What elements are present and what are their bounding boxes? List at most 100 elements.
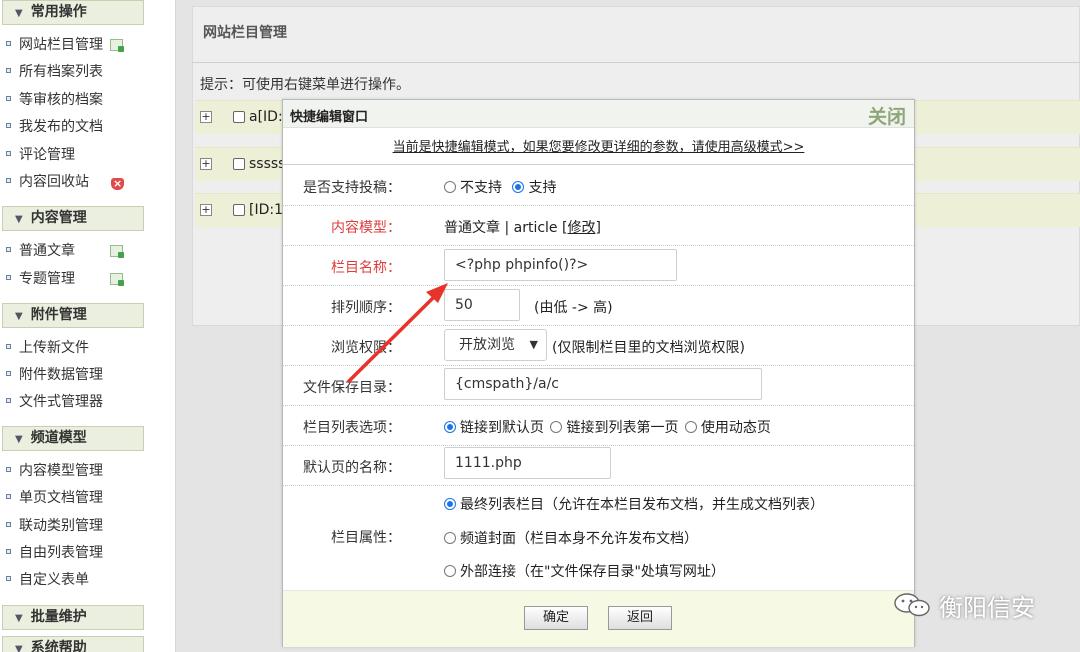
- sidebar-item-comments[interactable]: 评论管理: [6, 144, 146, 166]
- sidebar-item-recycle[interactable]: 内容回收站: [6, 171, 146, 195]
- field-row-list-option: 栏目列表选项： 链接到默认页 链接到列表第一页 使用动态页: [283, 406, 914, 446]
- permission-select[interactable]: 开放浏览 ▼: [444, 329, 547, 361]
- sidebar: ▼ 常用操作 网站栏目管理 所有档案列表 等审核的档案 我发布的文档 评论管理 内…: [0, 0, 152, 652]
- bullet-icon: [6, 493, 11, 499]
- add-doc-icon[interactable]: [110, 245, 124, 258]
- attribute-label: 栏目属性：: [331, 530, 401, 546]
- bullet-icon: [6, 95, 11, 101]
- section-header-help[interactable]: ▼ 系统帮助: [2, 636, 144, 652]
- radio-not-support[interactable]: [444, 181, 456, 193]
- section-header-common[interactable]: ▼ 常用操作: [2, 0, 144, 25]
- default-page-input[interactable]: 1111.php: [444, 447, 611, 479]
- order-input[interactable]: 50: [444, 289, 520, 321]
- row-checkbox[interactable]: [233, 111, 245, 123]
- ok-button[interactable]: 确定: [524, 606, 588, 630]
- permission-hint: (仅限制栏目里的文档浏览权限): [552, 340, 745, 356]
- quick-edit-dialog: 快捷编辑窗口 关闭 当前是快捷编辑模式，如果您要修改更详细的参数，请使用高级模式…: [282, 99, 915, 647]
- sidebar-item-single-page[interactable]: 单页文档管理: [6, 487, 146, 509]
- name-input[interactable]: <?php phpinfo()?>: [444, 249, 677, 281]
- dialog-titlebar[interactable]: 快捷编辑窗口 关闭: [283, 100, 914, 128]
- tip-text: 提示：可使用右键菜单进行操作。: [200, 77, 410, 93]
- bullet-icon: [6, 177, 11, 183]
- add-doc-icon[interactable]: [110, 273, 124, 286]
- chevron-down-icon: ▼: [15, 613, 23, 624]
- watermark-text: 衡阳信安: [939, 594, 1035, 622]
- bullet-icon: [6, 397, 11, 403]
- bullet-icon: [6, 466, 11, 472]
- radio-first-page[interactable]: [550, 421, 563, 433]
- model-label: 内容模型：: [331, 220, 401, 236]
- expand-icon[interactable]: +: [200, 204, 212, 216]
- submission-label: 是否支持投稿：: [303, 180, 401, 196]
- bullet-icon: [6, 67, 11, 73]
- model-value: 普通文章 | article [修改]: [444, 220, 601, 236]
- attribute-option-final: 最终列表栏目（允许在本栏目发布文档，并生成文档列表）: [444, 494, 824, 514]
- attribute-option-external: 外部连接（在"文件保存目录"处填写网址）: [444, 561, 725, 581]
- expand-icon[interactable]: +: [200, 111, 212, 123]
- expand-icon[interactable]: +: [200, 158, 212, 170]
- sidebar-item-topics[interactable]: 专题管理: [6, 268, 146, 290]
- bullet-icon: [6, 246, 11, 252]
- name-label: 栏目名称：: [331, 260, 401, 276]
- bullet-icon: [6, 548, 11, 554]
- back-button[interactable]: 返回: [608, 606, 672, 630]
- bullet-icon: [6, 40, 11, 46]
- sidebar-gutter: [152, 0, 176, 652]
- permission-label: 浏览权限：: [331, 340, 401, 356]
- list-option-radios: 链接到默认页 链接到列表第一页 使用动态页: [444, 417, 771, 437]
- sidebar-item-custom-form[interactable]: 自定义表单: [6, 569, 146, 591]
- sidebar-item-file-manager[interactable]: 文件式管理器: [6, 391, 146, 413]
- title-divider: [192, 62, 1080, 63]
- save-dir-input[interactable]: {cmspath}/a/c: [444, 368, 762, 400]
- submission-radios: 不支持 支持: [444, 177, 556, 197]
- field-row-submission: 是否支持投稿： 不支持 支持: [283, 165, 914, 206]
- radio-final-list[interactable]: [444, 498, 456, 510]
- order-label: 排列顺序：: [331, 300, 401, 316]
- recycle-icon[interactable]: [111, 173, 124, 195]
- list-option-label: 栏目列表选项：: [303, 420, 401, 436]
- radio-external-link[interactable]: [444, 565, 456, 577]
- chevron-down-icon: ▼: [15, 8, 23, 19]
- model-edit-link[interactable]: 修改: [567, 220, 595, 236]
- field-row-attribute: 栏目属性： 最终列表栏目（允许在本栏目发布文档，并生成文档列表） 频道封面（栏目…: [283, 486, 914, 590]
- sidebar-item-articles[interactable]: 普通文章: [6, 240, 146, 262]
- sidebar-item-content-model[interactable]: 内容模型管理: [6, 460, 146, 482]
- field-row-order: 排列顺序： (由低 -> 高): [283, 286, 914, 326]
- sidebar-item-my-docs[interactable]: 我发布的文档: [6, 116, 146, 138]
- attribute-option-cover: 频道封面（栏目本身不允许发布文档）: [444, 528, 698, 548]
- section-header-batch[interactable]: ▼ 批量维护: [2, 605, 144, 630]
- sidebar-item-linkage[interactable]: 联动类别管理: [6, 515, 146, 537]
- radio-default-page[interactable]: [444, 421, 456, 433]
- sidebar-item-all-archives[interactable]: 所有档案列表: [6, 61, 146, 83]
- bullet-icon: [6, 122, 11, 128]
- sidebar-item-pending[interactable]: 等审核的档案: [6, 89, 146, 111]
- dialog-title: 快捷编辑窗口: [290, 110, 369, 125]
- sidebar-item-upload[interactable]: 上传新文件: [6, 337, 146, 359]
- chevron-down-icon: ▼: [15, 311, 23, 322]
- bullet-icon: [6, 370, 11, 376]
- section-header-content[interactable]: ▼ 内容管理: [2, 206, 144, 231]
- chevron-down-icon: ▼: [15, 434, 23, 445]
- bullet-icon: [6, 150, 11, 156]
- bullet-icon: [6, 521, 11, 527]
- row-checkbox[interactable]: [233, 158, 245, 170]
- row-checkbox[interactable]: [233, 204, 245, 216]
- dialog-close-button[interactable]: 关闭: [868, 102, 906, 129]
- section-header-channel[interactable]: ▼ 频道模型: [2, 426, 144, 451]
- radio-dynamic-page[interactable]: [684, 421, 697, 433]
- add-doc-icon[interactable]: [110, 39, 124, 52]
- bullet-icon: [6, 274, 11, 280]
- radio-support[interactable]: [512, 181, 525, 193]
- bullet-icon: [6, 575, 11, 581]
- sidebar-item-column-manage[interactable]: 网站栏目管理: [6, 34, 146, 56]
- advanced-mode-link[interactable]: 当前是快捷编辑模式，如果您要修改更详细的参数，请使用高级模式>>: [283, 136, 914, 155]
- field-row-permission: 浏览权限： (仅限制栏目里的文档浏览权限): [283, 326, 914, 366]
- field-row-model: 内容模型： 普通文章 | article [修改]: [283, 206, 914, 246]
- sidebar-item-attachment-data[interactable]: 附件数据管理: [6, 364, 146, 386]
- section-header-attachments[interactable]: ▼ 附件管理: [2, 303, 144, 328]
- default-page-label: 默认页的名称：: [303, 460, 401, 476]
- radio-channel-cover[interactable]: [444, 532, 456, 544]
- chevron-down-icon: ▼: [529, 338, 538, 351]
- page-title: 网站栏目管理: [203, 25, 287, 41]
- sidebar-item-free-list[interactable]: 自由列表管理: [6, 542, 146, 564]
